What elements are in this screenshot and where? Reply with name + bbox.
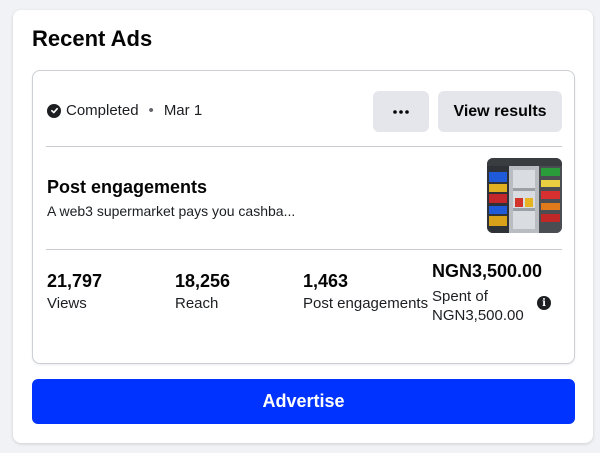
metric-label: Views bbox=[47, 295, 87, 312]
metric-value: 18,256 bbox=[175, 271, 231, 291]
more-options-button[interactable] bbox=[373, 91, 429, 132]
advertise-button[interactable]: Advertise bbox=[32, 379, 575, 424]
more-dots-icon bbox=[393, 109, 409, 114]
metric-value: 1,463 bbox=[303, 271, 349, 291]
divider bbox=[46, 249, 562, 250]
info-icon[interactable]: i bbox=[537, 296, 551, 310]
metric-value: 21,797 bbox=[47, 271, 103, 291]
metric-reach: 18,256 Reach bbox=[175, 270, 230, 312]
divider bbox=[46, 146, 562, 147]
check-circle-icon bbox=[47, 103, 61, 118]
view-results-button[interactable]: View results bbox=[438, 91, 562, 132]
ad-date: Mar 1 bbox=[163, 102, 203, 119]
spent-label: Spent of NGN3,500.00 bbox=[432, 288, 524, 324]
metric-label: Reach bbox=[175, 295, 219, 312]
panel-title: Recent Ads bbox=[32, 26, 153, 51]
status-text: Completed bbox=[66, 102, 139, 119]
ad-status-row: Completed • Mar 1 bbox=[47, 102, 202, 119]
ad-thumbnail[interactable] bbox=[487, 158, 562, 233]
ad-headline: Post engagements bbox=[47, 177, 208, 197]
separator-dot: • bbox=[148, 102, 154, 119]
recent-ads-panel: Recent Ads Completed • Mar 1 View result… bbox=[13, 10, 593, 443]
metric-post-engagements: 1,463 Post engagements bbox=[303, 270, 428, 312]
ad-description: A web3 supermarket pays you cashba... bbox=[47, 203, 296, 219]
ad-card[interactable]: Completed • Mar 1 View results Post enga… bbox=[32, 70, 575, 364]
spent-value: NGN3,500.00 bbox=[432, 261, 543, 281]
metric-views: 21,797 Views bbox=[47, 270, 102, 312]
metric-spent: NGN3,500.00 Spent of NGN3,500.00 bbox=[432, 260, 567, 325]
metric-label: Post engagements bbox=[303, 295, 429, 312]
